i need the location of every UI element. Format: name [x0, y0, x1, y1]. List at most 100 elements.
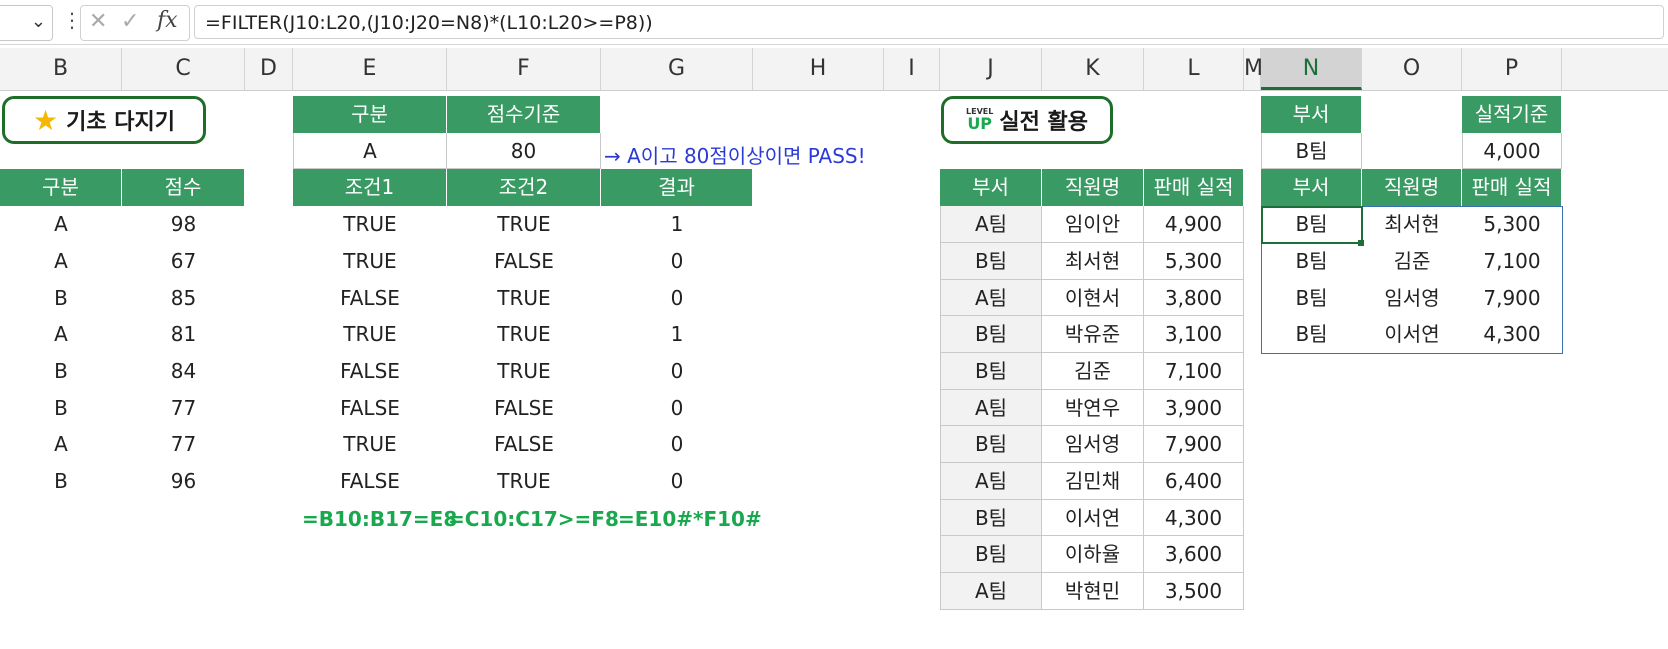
chevron-down-icon[interactable]: ⌄ — [31, 11, 46, 32]
table-cell[interactable]: TRUE — [447, 353, 601, 390]
column-header-m[interactable]: M — [1244, 48, 1263, 90]
column-header-g[interactable]: G — [601, 48, 753, 90]
cancel-icon[interactable]: ✕ — [89, 9, 107, 34]
column-header-b[interactable]: B — [0, 48, 122, 90]
table-cell[interactable]: A팀 — [940, 280, 1042, 316]
basic-section-button[interactable]: ★ 기초 다지기 — [2, 96, 206, 144]
table-cell[interactable]: 0 — [601, 243, 753, 280]
table-cell[interactable]: A팀 — [940, 463, 1042, 500]
table-cell[interactable]: FALSE — [293, 280, 447, 316]
table-cell[interactable]: 4,300 — [1144, 500, 1244, 536]
table-cell[interactable]: 3,800 — [1144, 280, 1244, 316]
table-cell[interactable]: FALSE — [293, 390, 447, 426]
table-cell[interactable]: A팀 — [940, 573, 1042, 610]
dept-criteria-header[interactable]: 부서 — [1261, 96, 1362, 133]
table-cell[interactable]: 김준 — [1042, 353, 1144, 390]
result-header[interactable]: 판매 실적 — [1462, 169, 1562, 206]
table-cell[interactable]: A팀 — [940, 390, 1042, 426]
table-cell[interactable]: 7,900 — [1144, 426, 1244, 463]
formula-input[interactable]: =FILTER(J10:L20,(J10:J20=N8)*(L10:L20>=P… — [194, 5, 1664, 39]
column-header-d[interactable]: D — [245, 48, 293, 90]
table-cell[interactable]: 0 — [601, 390, 753, 426]
table-cell[interactable]: 1 — [601, 316, 753, 353]
table-cell[interactable]: A — [0, 243, 122, 280]
column-header-j[interactable]: J — [940, 48, 1042, 90]
column-header-c[interactable]: C — [122, 48, 245, 90]
level-up-section-button[interactable]: LEVEL UP 실전 활용 — [941, 96, 1113, 144]
table-cell[interactable]: 임서영 — [1042, 426, 1144, 463]
table-cell[interactable]: TRUE — [447, 280, 601, 316]
cond-header[interactable]: 조건2 — [447, 169, 601, 206]
fill-handle[interactable] — [1358, 240, 1364, 246]
table-cell[interactable]: 3,900 — [1144, 390, 1244, 426]
table-cell[interactable]: 5,300 — [1144, 243, 1244, 280]
table-cell[interactable]: 0 — [601, 426, 753, 463]
table-cell[interactable]: A — [0, 316, 122, 353]
result-header[interactable]: 직원명 — [1362, 169, 1462, 206]
sales-header[interactable]: 직원명 — [1042, 169, 1144, 206]
table-cell[interactable]: 77 — [122, 426, 245, 463]
table-cell[interactable]: FALSE — [293, 463, 447, 500]
table-cell[interactable]: B팀 — [940, 316, 1042, 353]
column-header-e[interactable]: E — [293, 48, 447, 90]
column-header-l[interactable]: L — [1144, 48, 1244, 90]
table-cell[interactable]: B팀 — [940, 243, 1042, 280]
column-header-i[interactable]: I — [884, 48, 940, 90]
name-box[interactable]: ⌄ — [0, 5, 53, 41]
column-header-n[interactable]: N — [1261, 48, 1362, 90]
table-cell[interactable]: 7,100 — [1144, 353, 1244, 390]
table-cell[interactable]: 3,500 — [1144, 573, 1244, 610]
table-cell[interactable]: B팀 — [940, 426, 1042, 463]
confirm-icon[interactable]: ✓ — [121, 9, 139, 34]
table-cell[interactable]: TRUE — [447, 463, 601, 500]
perf-criteria-header[interactable]: 실적기준 — [1462, 96, 1562, 133]
table-cell[interactable]: B팀 — [940, 536, 1042, 573]
table-cell[interactable]: 4,900 — [1144, 206, 1244, 243]
header-cell[interactable]: 점수 — [122, 169, 245, 206]
table-cell[interactable]: 1 — [601, 206, 753, 243]
table-cell[interactable]: TRUE — [293, 316, 447, 353]
table-cell[interactable]: FALSE — [447, 243, 601, 280]
table-cell[interactable]: 98 — [122, 206, 245, 243]
table-cell[interactable]: 0 — [601, 353, 753, 390]
table-cell[interactable]: 96 — [122, 463, 245, 500]
perf-criteria-value[interactable]: 4,000 — [1462, 133, 1562, 169]
column-header-o[interactable]: O — [1362, 48, 1462, 90]
column-header-h[interactable]: H — [753, 48, 884, 90]
table-cell[interactable]: 이하율 — [1042, 536, 1144, 573]
table-cell[interactable]: A — [0, 206, 122, 243]
table-cell[interactable]: 6,400 — [1144, 463, 1244, 500]
table-cell[interactable]: TRUE — [293, 243, 447, 280]
table-cell[interactable]: FALSE — [293, 353, 447, 390]
table-cell[interactable]: 0 — [601, 280, 753, 316]
table-cell[interactable]: 박연우 — [1042, 390, 1144, 426]
table-cell[interactable]: TRUE — [447, 206, 601, 243]
criteria-value[interactable]: 80 — [447, 133, 601, 169]
table-cell[interactable]: 최서현 — [1042, 243, 1144, 280]
criteria-header[interactable]: 구분 — [293, 96, 447, 133]
table-cell[interactable]: TRUE — [293, 206, 447, 243]
header-cell[interactable]: 구분 — [0, 169, 122, 206]
table-cell[interactable]: 81 — [122, 316, 245, 353]
table-cell[interactable]: 김민채 — [1042, 463, 1144, 500]
table-cell[interactable]: 3,600 — [1144, 536, 1244, 573]
column-header-f[interactable]: F — [447, 48, 601, 90]
table-cell[interactable]: 박유준 — [1042, 316, 1144, 353]
table-cell[interactable]: TRUE — [447, 316, 601, 353]
table-cell[interactable]: B — [0, 390, 122, 426]
table-cell[interactable]: FALSE — [447, 390, 601, 426]
table-cell[interactable]: B — [0, 463, 122, 500]
insert-function-icon[interactable]: fx — [157, 8, 178, 33]
table-cell[interactable]: 77 — [122, 390, 245, 426]
table-cell[interactable]: B팀 — [940, 353, 1042, 390]
table-cell[interactable]: TRUE — [293, 426, 447, 463]
table-cell[interactable]: 박현민 — [1042, 573, 1144, 610]
sales-header[interactable]: 부서 — [940, 169, 1042, 206]
cond-header[interactable]: 결과 — [601, 169, 753, 206]
table-cell[interactable]: 67 — [122, 243, 245, 280]
table-cell[interactable]: B — [0, 280, 122, 316]
table-cell[interactable]: A팀 — [940, 206, 1042, 243]
table-cell[interactable]: 3,100 — [1144, 316, 1244, 353]
table-cell[interactable]: 85 — [122, 280, 245, 316]
result-header[interactable]: 부서 — [1261, 169, 1362, 206]
